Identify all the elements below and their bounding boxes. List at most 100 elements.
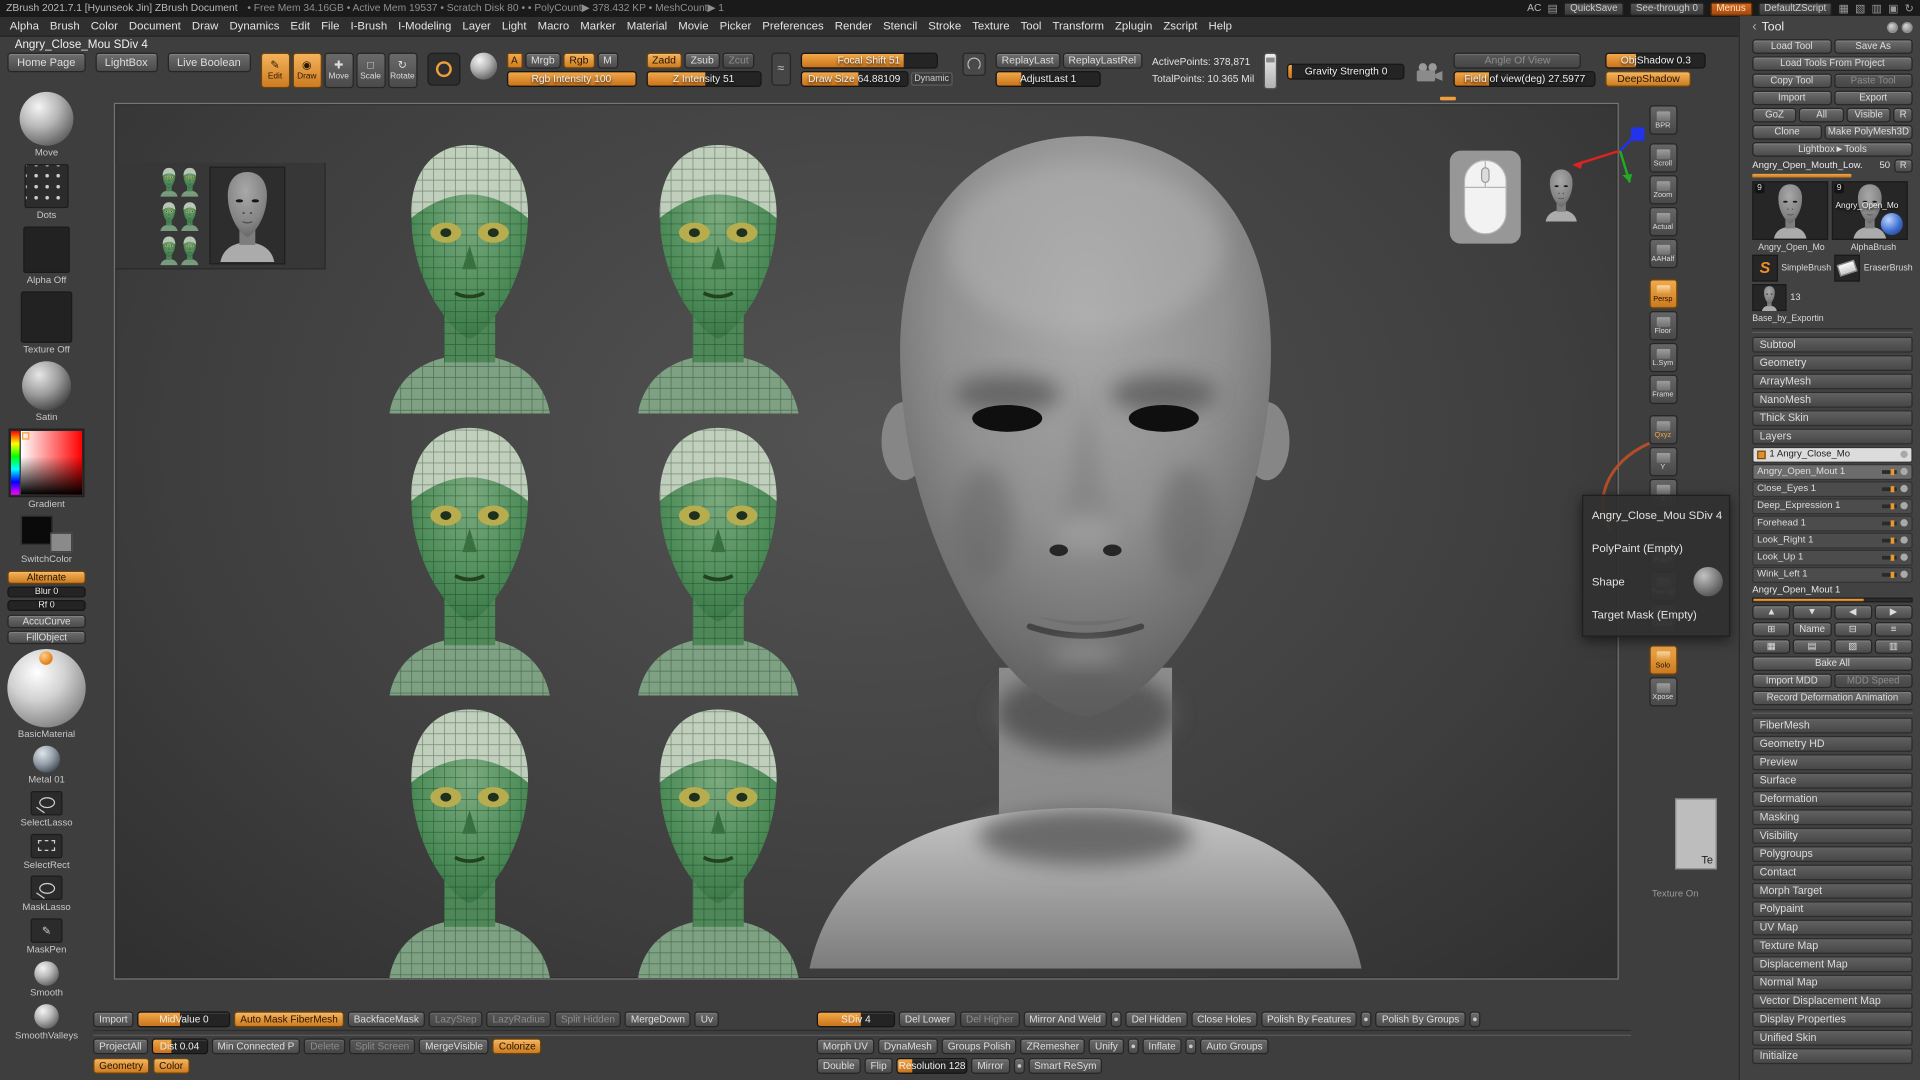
- bottom-button[interactable]: [1128, 1038, 1139, 1054]
- rgb-intensity-slider[interactable]: Rgb Intensity 100: [506, 71, 636, 87]
- bottom-button[interactable]: BackfaceMask: [348, 1011, 425, 1027]
- current-tool-thumbnail[interactable]: 9: [1752, 181, 1828, 240]
- sliders-icon[interactable]: ▤: [1547, 2, 1557, 15]
- zadd-button[interactable]: Zadd: [646, 53, 682, 69]
- mini-wireframe-head[interactable]: [159, 200, 179, 233]
- tool-section-header[interactable]: Polypaint: [1752, 901, 1912, 917]
- metal-material-sphere[interactable]: [33, 745, 60, 772]
- layer-delete-button[interactable]: ≡: [1874, 621, 1912, 636]
- import-button[interactable]: Import: [1752, 91, 1831, 106]
- sculpt-head-model[interactable]: [776, 111, 1394, 968]
- lightbox-button[interactable]: LightBox: [95, 53, 157, 73]
- obj-shadow-slider[interactable]: ObjShadow 0.3: [1606, 53, 1706, 69]
- layer-eye-icon[interactable]: [1900, 485, 1907, 492]
- bottom-button[interactable]: Morph UV: [817, 1038, 874, 1054]
- menu-item[interactable]: Stencil: [883, 20, 917, 33]
- tool-section-header[interactable]: Vector Displacement Map: [1752, 992, 1912, 1008]
- copy-tool-button[interactable]: Copy Tool: [1752, 73, 1831, 88]
- bottom-button[interactable]: Geometry: [93, 1058, 149, 1074]
- popup-item[interactable]: PolyPaint (Empty): [1583, 533, 1729, 566]
- bottom-button[interactable]: Color: [153, 1058, 189, 1074]
- right-shelf-button[interactable]: Floor: [1649, 311, 1677, 340]
- mask-pen-button[interactable]: ✎: [31, 919, 63, 943]
- popup-item[interactable]: Angry_Close_Mou SDiv 4: [1583, 500, 1729, 533]
- popup-item[interactable]: Shape: [1583, 566, 1729, 599]
- palette-icon-3[interactable]: ▥: [1872, 2, 1882, 15]
- layer-up-button[interactable]: ▲: [1752, 604, 1790, 619]
- tool-slider-fill[interactable]: [1752, 174, 1851, 178]
- bottom-button[interactable]: Colorize: [493, 1038, 542, 1054]
- mrgb-button[interactable]: Mrgb: [525, 53, 561, 69]
- move-mode-button[interactable]: ✚Move: [324, 53, 353, 89]
- secondary-color-swatch[interactable]: [50, 532, 72, 552]
- tool-section-header[interactable]: Geometry HD: [1752, 735, 1912, 751]
- deep-shadow-button[interactable]: DeepShadow: [1606, 71, 1692, 87]
- bottom-button[interactable]: Inflate: [1142, 1038, 1182, 1054]
- refresh-icon[interactable]: ↻: [1905, 2, 1914, 15]
- bottom-button[interactable]: [1186, 1038, 1197, 1054]
- menu-item[interactable]: Brush: [50, 20, 80, 33]
- mdd-speed-button[interactable]: MDD Speed: [1834, 673, 1913, 688]
- base-tool-thumbnail[interactable]: [1752, 284, 1786, 311]
- tool-section-header[interactable]: NanoMesh: [1752, 391, 1912, 407]
- menu-item[interactable]: Marker: [580, 20, 615, 33]
- tool-section-header[interactable]: Texture Map: [1752, 937, 1912, 953]
- wireframe-head-model[interactable]: [348, 701, 592, 979]
- menu-item[interactable]: Transform: [1052, 20, 1103, 33]
- layer-intensity-slider[interactable]: [1882, 470, 1897, 474]
- sculpt-preview-sphere[interactable]: [470, 53, 497, 80]
- simple-brush-thumbnail[interactable]: S: [1752, 255, 1777, 282]
- bottom-button[interactable]: Delete: [304, 1038, 345, 1054]
- right-shelf-button[interactable]: Actual: [1649, 207, 1677, 236]
- camera-icon[interactable]: [1415, 62, 1444, 83]
- dynamic-toggle[interactable]: Dynamic: [911, 72, 953, 85]
- tool-section-header[interactable]: Initialize: [1752, 1048, 1912, 1064]
- saturation-square[interactable]: [21, 431, 82, 495]
- clone-button[interactable]: Clone: [1752, 125, 1822, 140]
- menu-item[interactable]: Dynamics: [229, 20, 279, 33]
- load-tool-button[interactable]: Load Tool: [1752, 39, 1831, 54]
- adjust-last-slider[interactable]: AdjustLast 1: [996, 71, 1101, 87]
- menu-item[interactable]: Stroke: [928, 20, 961, 33]
- replay-last-button[interactable]: ReplayLast: [996, 53, 1060, 69]
- menu-item[interactable]: Zplugin: [1115, 20, 1152, 33]
- menu-item[interactable]: Alpha: [10, 20, 39, 33]
- menu-item[interactable]: Tool: [1021, 20, 1042, 33]
- right-shelf-button[interactable]: Persp: [1649, 279, 1677, 308]
- goz-button[interactable]: GoZ: [1752, 108, 1797, 123]
- bottom-button[interactable]: Del Higher: [960, 1011, 1020, 1027]
- bottom-button[interactable]: Polish By Groups: [1376, 1011, 1466, 1027]
- layer-icon-button[interactable]: ▤: [1793, 639, 1831, 654]
- layer-duplicate-button[interactable]: ⊟: [1834, 621, 1872, 636]
- menu-item[interactable]: Help: [1209, 20, 1232, 33]
- tool-section-header[interactable]: Display Properties: [1752, 1011, 1912, 1027]
- layer-name-button[interactable]: Name: [1793, 621, 1831, 636]
- tool-section-header[interactable]: Polygroups: [1752, 846, 1912, 862]
- layer-row[interactable]: Angry_Open_Mout 1: [1752, 464, 1912, 480]
- tool-section-header[interactable]: Thick Skin: [1752, 410, 1912, 426]
- main-color-swatch[interactable]: [21, 515, 53, 544]
- menu-item[interactable]: Document: [129, 20, 181, 33]
- rotate-mode-button[interactable]: ↻Rotate: [388, 53, 417, 89]
- bottom-button[interactable]: [1361, 1011, 1372, 1027]
- smooth-valleys-sphere[interactable]: [34, 1005, 58, 1029]
- live-boolean-button[interactable]: Live Boolean: [167, 53, 250, 73]
- stroke-thumbnail[interactable]: [24, 164, 68, 208]
- fillobject-button[interactable]: FillObject: [7, 630, 85, 643]
- section-layers[interactable]: Layers: [1752, 428, 1912, 444]
- bottom-button[interactable]: Uv: [695, 1011, 720, 1027]
- bottom-button[interactable]: [1469, 1011, 1480, 1027]
- z-intensity-slider[interactable]: Z Intensity 51: [646, 71, 761, 87]
- lightbox-tools-button[interactable]: Lightbox►Tools: [1752, 142, 1912, 157]
- paste-tool-button[interactable]: Paste Tool: [1834, 73, 1913, 88]
- bottom-button[interactable]: Dist 0.04: [151, 1038, 207, 1054]
- palette-icon-2[interactable]: ▧: [1855, 2, 1865, 15]
- draw-size-slider[interactable]: Draw Size 64.88109: [800, 71, 908, 87]
- mask-lasso-button[interactable]: [31, 876, 63, 900]
- popup-item[interactable]: Target Mask (Empty): [1583, 599, 1729, 632]
- layer-eye-icon[interactable]: [1900, 519, 1907, 526]
- bottom-button[interactable]: Double: [817, 1058, 861, 1074]
- bottom-button[interactable]: DynaMesh: [878, 1038, 938, 1054]
- layer-row[interactable]: Forehead 1: [1752, 515, 1912, 531]
- menu-item[interactable]: Light: [502, 20, 527, 33]
